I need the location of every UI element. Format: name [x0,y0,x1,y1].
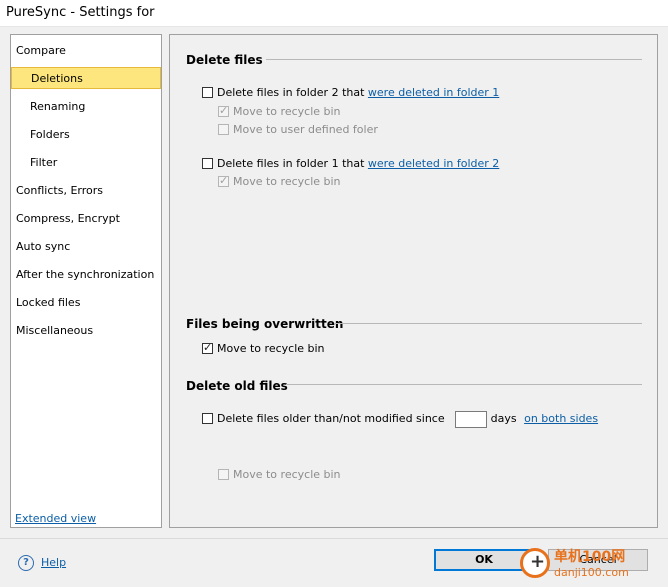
sidebar-item-filter[interactable]: Filter [30,152,57,174]
overwritten-recycle-label: Move to recycle bin [217,342,325,355]
sidebar-item-folders[interactable]: Folders [30,124,70,146]
sidebar-item-locked-files[interactable]: Locked files [16,292,80,314]
sidebar-item-miscellaneous[interactable]: Miscellaneous [16,320,93,342]
sidebar-item-auto-sync[interactable]: Auto sync [16,236,70,258]
delete-folder1-checkbox[interactable] [202,157,213,169]
folder2-user-defined-row: Move to user defined foler [218,122,378,138]
overwritten-recycle-checkbox[interactable] [202,341,213,355]
section-title-overwritten: Files being overwritten [186,317,344,331]
cancel-button[interactable]: Cancel [548,549,648,571]
folder2-recycle-checkbox[interactable] [218,104,229,118]
deleted-in-folder1-link[interactable]: were deleted in folder 1 [368,86,499,99]
on-both-sides-link[interactable]: on both sides [524,412,598,425]
sidebar-item-compare[interactable]: Compare [16,40,66,62]
old-files-row: Delete files older than/not modified sin… [202,409,598,429]
folder1-recycle-label: Move to recycle bin [233,175,341,188]
folder2-user-defined-label: Move to user defined foler [233,123,378,136]
settings-sidebar: Compare Deletions Renaming Folders Filte… [10,34,162,528]
days-input[interactable] [454,410,487,428]
section-divider [266,59,642,60]
ok-button[interactable]: OK [434,549,534,571]
dialog-footer: ? Help OK Cancel [0,538,668,587]
old-files-label: Delete files older than/not modified sin… [217,412,445,425]
section-divider [286,384,642,385]
delete-folder2-checkbox[interactable] [202,86,213,98]
sidebar-item-compress-encrypt[interactable]: Compress, Encrypt [16,208,120,230]
help-link[interactable]: Help [41,556,66,569]
help-icon[interactable]: ? [18,555,34,571]
sidebar-item-conflicts-errors[interactable]: Conflicts, Errors [16,180,103,202]
overwritten-recycle-row: Move to recycle bin [202,341,325,357]
delete-folder2-label: Delete files in folder 2 that [217,86,365,99]
sidebar-item-deletions[interactable]: Deletions [11,67,161,89]
window-title: PureSync - Settings for [6,5,155,20]
folder2-recycle-row: Move to recycle bin [218,104,341,120]
delete-folder1-row: Delete files in folder 1 that were delet… [202,156,499,172]
delete-folder2-row: Delete files in folder 2 that were delet… [202,85,499,101]
extended-view-link[interactable]: Extended view [15,512,96,525]
settings-content: Delete files Delete files in folder 2 th… [169,34,658,528]
title-bar: PureSync - Settings for [0,0,668,27]
delete-folder1-label: Delete files in folder 1 that [217,157,365,170]
old-files-checkbox[interactable] [202,412,213,424]
sidebar-item-after-sync[interactable]: After the synchronization [16,264,154,286]
folder2-recycle-label: Move to recycle bin [233,105,341,118]
days-label: days [490,412,517,425]
deleted-in-folder2-link[interactable]: were deleted in folder 2 [368,157,499,170]
folder1-recycle-checkbox[interactable] [218,174,229,188]
old-files-recycle-checkbox[interactable] [218,468,229,480]
section-title-old-files: Delete old files [186,379,288,393]
old-files-recycle-label: Move to recycle bin [233,468,341,481]
folder1-recycle-row: Move to recycle bin [218,174,341,190]
sidebar-item-renaming[interactable]: Renaming [30,96,85,118]
section-title-delete-files: Delete files [186,53,263,67]
folder2-user-defined-checkbox[interactable] [218,123,229,135]
old-files-recycle-row: Move to recycle bin [218,467,341,483]
section-divider [334,323,642,324]
